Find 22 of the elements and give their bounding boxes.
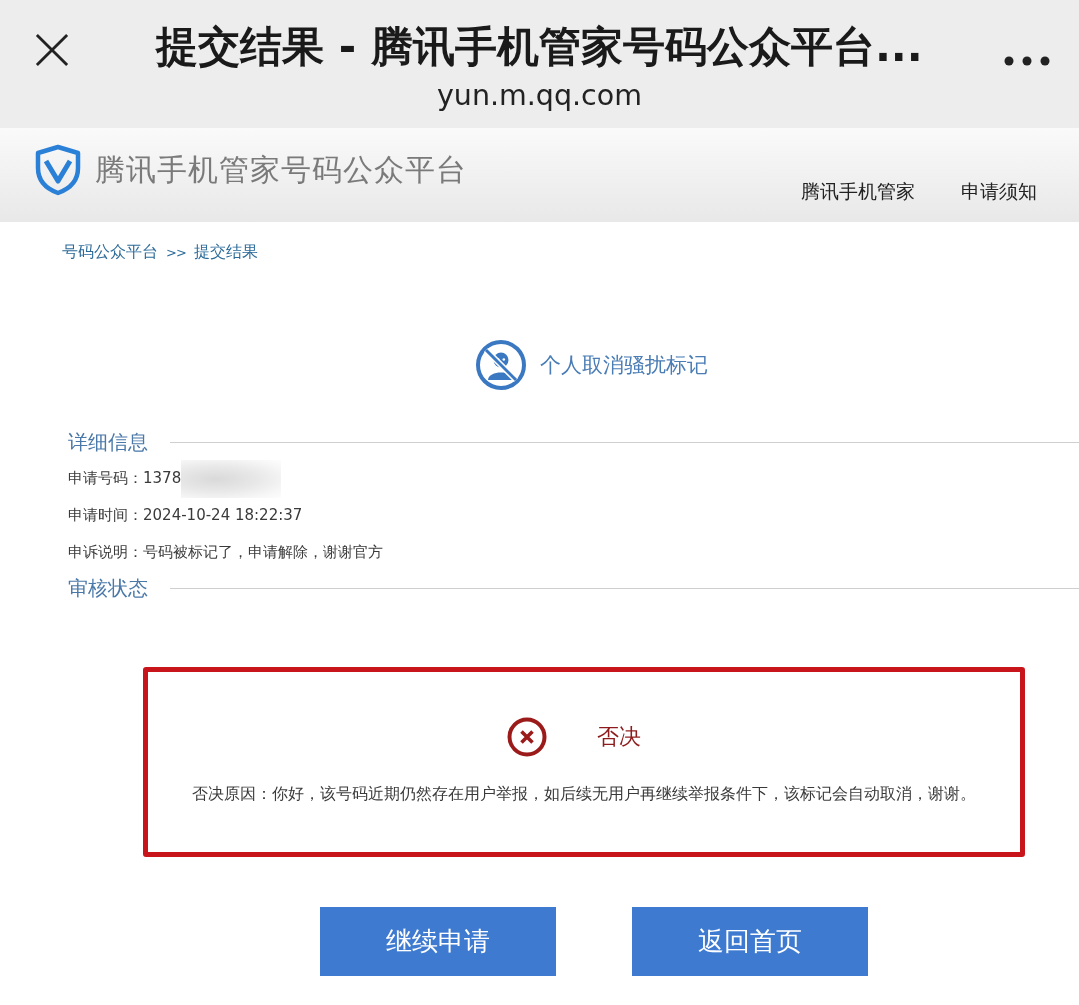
page-title: 提交结果 - 腾讯手机管家号码公众平台... <box>154 24 924 70</box>
breadcrumb-link[interactable]: 号码公众平台 <box>62 241 158 263</box>
review-status-text: 否决 <box>597 723 641 751</box>
detail-text: 申诉说明：号码被标记了，申请解除，谢谢官方 <box>68 543 383 562</box>
site-logo-text: 腾讯手机管家号码公众平台 <box>95 150 467 189</box>
action-button[interactable]: 返回首页 <box>632 907 868 976</box>
detail-text: 申请号码：1378 <box>68 469 182 488</box>
breadcrumb-link[interactable]: 提交结果 <box>193 241 258 263</box>
breadcrumb-separator: >> <box>166 244 186 260</box>
blocked-person-icon <box>475 339 527 391</box>
nav-link[interactable]: 腾讯手机管家 <box>801 180 915 204</box>
close-icon <box>35 33 69 67</box>
nav-link[interactable]: 申请须知 <box>961 180 1037 204</box>
shield-logo-icon <box>35 144 81 196</box>
section-heading: 审核状态 <box>68 574 148 602</box>
section-heading: 详细信息 <box>68 428 148 456</box>
request-type-label: 个人取消骚扰标记 <box>540 352 708 379</box>
page-url: yun.m.qq.com <box>436 80 643 112</box>
more-icon <box>1004 56 1050 66</box>
action-button[interactable]: 继续申请 <box>320 907 556 976</box>
detail-text: 申请时间：2024-10-24 18:22:37 <box>68 506 303 525</box>
rejection-reason-text: 否决原因：你好，该号码近期仍然存在用户举报，如后续无用户再继续举报条件下，该标记会自动取消，谢谢。 <box>191 783 977 805</box>
